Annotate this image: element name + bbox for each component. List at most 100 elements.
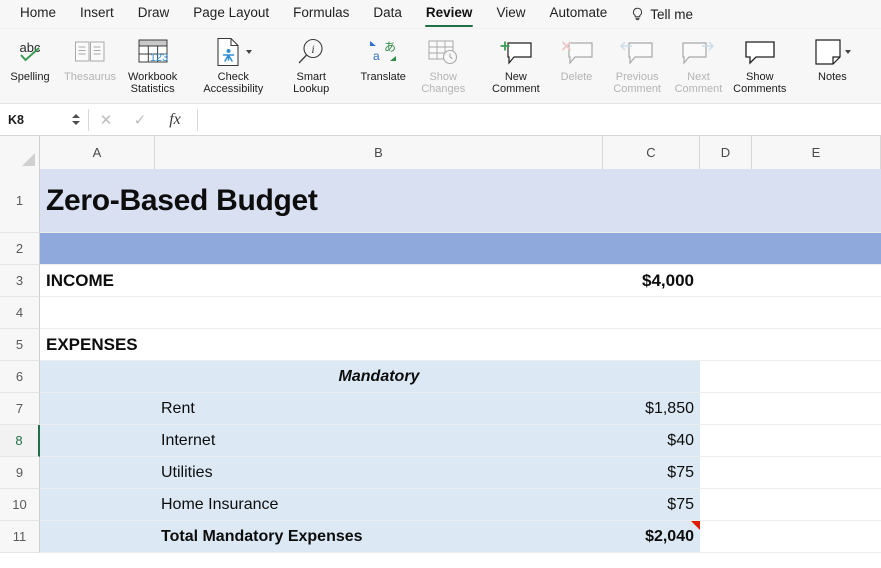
ribbon-button-smart-lookup[interactable]: i Smart Lookup [281,29,341,103]
comment-indicator-icon[interactable] [691,521,700,530]
select-all-corner[interactable] [0,136,40,169]
row-header-6[interactable]: 6 [0,361,40,393]
cell-E11[interactable] [752,521,881,552]
ribbon-button-check-accessibility[interactable]: Check Accessibility [197,29,269,103]
new-comment-icon [499,34,533,70]
ribbon-tab-data[interactable]: Data [361,0,414,28]
ribbon-button-protect-sheet[interactable]: Protect Sheet [874,29,881,103]
cancel-entry-icon[interactable]: ✕ [89,104,123,135]
name-box[interactable]: K8 [0,104,68,135]
cell-E10[interactable] [752,489,881,520]
cell-E1[interactable] [752,169,881,232]
row-header-9[interactable]: 9 [0,457,40,489]
column-header-C[interactable]: C [603,136,700,169]
cell-D1[interactable] [700,169,752,232]
confirm-entry-icon[interactable]: ✓ [123,104,157,135]
cell-content-C3[interactable]: $4,000 [603,265,700,296]
cell-content-A1[interactable]: Zero-Based Budget [40,169,700,232]
chevron-down-icon[interactable] [844,50,851,54]
cell-content-B7[interactable]: Rent [155,393,603,424]
cell-content-A5[interactable]: EXPENSES [40,329,155,360]
ribbon-tab-insert[interactable]: Insert [68,0,126,28]
cell-D7[interactable] [700,393,752,424]
ribbon-button-new-comment[interactable]: New Comment [485,29,546,103]
cell-E5[interactable] [752,329,881,360]
row-header-8[interactable]: 8 [0,425,40,457]
row-header-10[interactable]: 10 [0,489,40,521]
tell-me-button[interactable]: Tell me [619,7,705,22]
cell-C4[interactable] [603,297,700,328]
cell-E8[interactable] [752,425,881,456]
ribbon-button-notes[interactable]: Notes [802,29,862,103]
insert-function-icon[interactable]: fx [157,104,193,135]
cell-E6[interactable] [752,361,881,392]
cell-A4[interactable] [40,297,155,328]
cell-A10[interactable] [40,489,155,520]
cell-D4[interactable] [700,297,752,328]
cell-content-C11[interactable]: $2,040 [603,521,700,552]
ribbon-tab-draw[interactable]: Draw [126,0,182,28]
cell-content-C8[interactable]: $40 [603,425,700,456]
column-header-E[interactable]: E [752,136,881,169]
ribbon-tab-home[interactable]: Home [8,0,68,28]
cell-D10[interactable] [700,489,752,520]
column-header-A[interactable]: A [40,136,155,169]
cell-C6[interactable] [603,361,700,392]
row-header-3[interactable]: 3 [0,265,40,297]
cell-C2[interactable] [603,233,700,264]
cell-E3[interactable] [752,265,881,296]
column-header-B[interactable]: B [155,136,603,169]
ribbon-button-spelling[interactable]: abc Spelling [0,29,60,103]
row-header-2[interactable]: 2 [0,233,40,265]
cell-A7[interactable] [40,393,155,424]
cell-A2[interactable] [40,233,155,264]
cell-content-B11[interactable]: Total Mandatory Expenses [155,521,603,552]
cell-E7[interactable] [752,393,881,424]
cell-D11[interactable] [700,521,752,552]
row-header-5[interactable]: 5 [0,329,40,361]
cell-content-B8[interactable]: Internet [155,425,603,456]
row-header-7[interactable]: 7 [0,393,40,425]
cell-B3[interactable] [155,265,603,296]
column-header-D[interactable]: D [700,136,752,169]
chevron-down-icon[interactable] [245,50,252,54]
cell-B5[interactable] [155,329,603,360]
ribbon-tab-page-layout[interactable]: Page Layout [181,0,281,28]
ribbon-button-translate[interactable]: a あ Translate [353,29,413,103]
cell-E4[interactable] [752,297,881,328]
cell-E2[interactable] [752,233,881,264]
cell-D6[interactable] [700,361,752,392]
ribbon-button-show-comments[interactable]: Show Comments [729,29,790,103]
ribbon-group-4: New Comment Delete Previous Comment Next Co… [485,29,790,103]
ribbon-tab-review[interactable]: Review [414,0,485,28]
cell-D5[interactable] [700,329,752,360]
cell-A8[interactable] [40,425,155,456]
cell-content-C10[interactable]: $75 [603,489,700,520]
ribbon-tab-automate[interactable]: Automate [537,0,619,28]
cell-D3[interactable] [700,265,752,296]
formula-input[interactable] [198,104,881,135]
cell-A9[interactable] [40,457,155,488]
cell-content-C9[interactable]: $75 [603,457,700,488]
cell-D8[interactable] [700,425,752,456]
ribbon-tab-formulas[interactable]: Formulas [281,0,361,28]
row-header-1[interactable]: 1 [0,169,40,233]
row-header-4[interactable]: 4 [0,297,40,329]
name-box-stepper[interactable] [68,104,84,135]
cell-content-A3[interactable]: INCOME [40,265,155,296]
cell-A6[interactable] [40,361,155,392]
ribbon-tab-view[interactable]: View [484,0,537,28]
cell-B2[interactable] [155,233,603,264]
cell-D2[interactable] [700,233,752,264]
cell-content-B9[interactable]: Utilities [155,457,603,488]
cell-B4[interactable] [155,297,603,328]
row-header-11[interactable]: 11 [0,521,40,553]
cell-content-C7[interactable]: $1,850 [603,393,700,424]
cell-content-B6[interactable]: Mandatory [155,361,603,392]
ribbon-button-workbook-statistics[interactable]: 123 Workbook Statistics [120,29,185,103]
cell-C5[interactable] [603,329,700,360]
cell-D9[interactable] [700,457,752,488]
cell-content-B10[interactable]: Home Insurance [155,489,603,520]
cell-A11[interactable] [40,521,155,552]
cell-E9[interactable] [752,457,881,488]
